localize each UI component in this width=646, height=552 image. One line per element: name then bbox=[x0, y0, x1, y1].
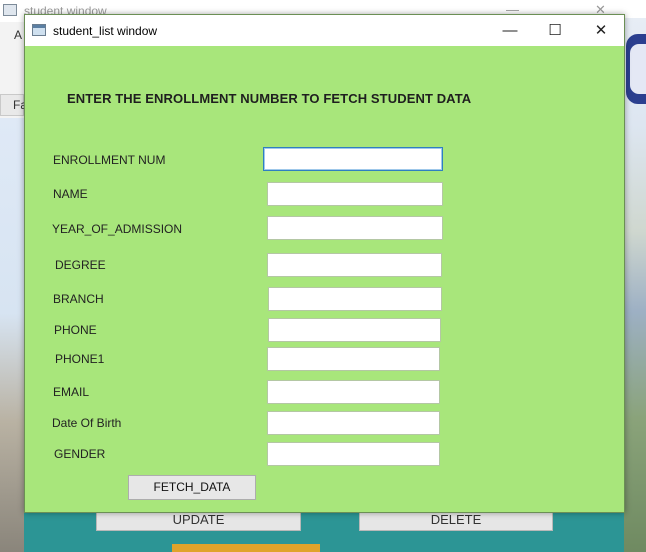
name-input[interactable] bbox=[267, 182, 443, 206]
background-menu-item[interactable]: A bbox=[14, 28, 22, 42]
email-label: EMAIL bbox=[53, 385, 90, 399]
minimize-icon[interactable]: — bbox=[487, 15, 533, 46]
year-of-admission-label: YEAR_OF_ADMISSION bbox=[52, 222, 183, 236]
degree-label: DEGREE bbox=[55, 258, 106, 272]
year-of-admission-input[interactable] bbox=[267, 216, 443, 240]
window-title: student_list window bbox=[53, 24, 158, 38]
phone-label: PHONE bbox=[54, 323, 97, 337]
background-banner bbox=[172, 544, 320, 552]
email-input[interactable] bbox=[267, 380, 440, 404]
background-image-left bbox=[0, 118, 24, 552]
name-label: NAME bbox=[53, 187, 88, 201]
branch-input[interactable] bbox=[268, 287, 442, 311]
titlebar: student_list window — ☐ ✕ bbox=[25, 15, 624, 46]
background-emblem-inner bbox=[630, 44, 646, 94]
gender-label: GENDER bbox=[54, 447, 106, 461]
enrollment-label: ENROLLMENT NUM bbox=[53, 153, 166, 167]
student-list-window: student_list window — ☐ ✕ ENTER THE ENRO… bbox=[24, 14, 625, 513]
background-app-icon bbox=[3, 4, 17, 16]
phone-input[interactable] bbox=[268, 318, 441, 342]
fetch-data-button[interactable]: FETCH_DATA bbox=[128, 475, 256, 500]
branch-label: BRANCH bbox=[53, 292, 104, 306]
background-tab[interactable]: Fa bbox=[0, 94, 27, 116]
phone1-input[interactable] bbox=[267, 347, 440, 371]
close-icon[interactable]: ✕ bbox=[578, 15, 624, 46]
enrollment-input[interactable] bbox=[263, 147, 443, 171]
page-heading: ENTER THE ENROLLMENT NUMBER TO FETCH STU… bbox=[67, 91, 472, 106]
app-window-icon bbox=[32, 24, 46, 36]
dob-input[interactable] bbox=[267, 411, 440, 435]
gender-input[interactable] bbox=[267, 442, 440, 466]
maximize-icon[interactable]: ☐ bbox=[532, 15, 578, 46]
dob-label: Date Of Birth bbox=[52, 416, 122, 430]
degree-input[interactable] bbox=[267, 253, 442, 277]
phone1-label: PHONE1 bbox=[55, 352, 105, 366]
